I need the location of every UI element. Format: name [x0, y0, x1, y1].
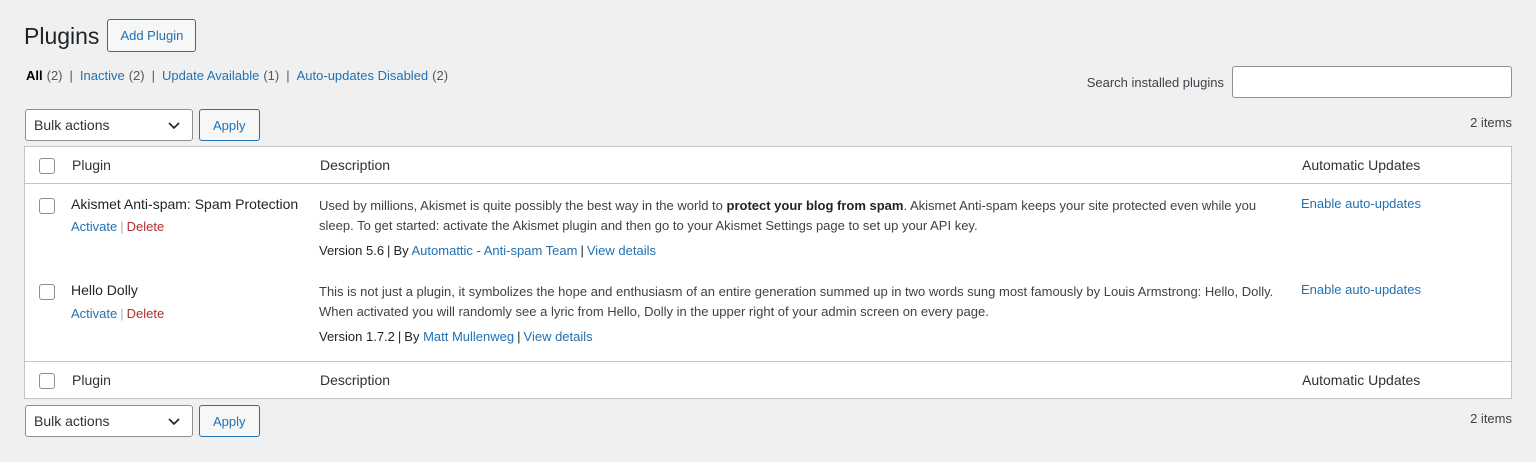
filter-auto-updates-disabled-count: (2) — [432, 68, 449, 83]
column-footer-automatic-updates: Automatic Updates — [1302, 372, 1421, 388]
filter-auto-updates-disabled[interactable]: Auto-updates Disabled — [297, 68, 429, 84]
tablenav-top: Bulk actions Apply 2 items — [25, 109, 1512, 141]
action-separator: | — [120, 306, 124, 321]
action-separator: | — [120, 219, 124, 234]
plugin-version: Version 5.6 — [319, 243, 385, 258]
plugin-name: Hello Dolly — [71, 282, 138, 298]
bulk-actions-value: Bulk actions — [34, 413, 110, 429]
search-plugins-input[interactable] — [1232, 66, 1512, 98]
add-plugin-button[interactable]: Add Plugin — [107, 19, 197, 52]
plugin-author-link[interactable]: Automattic - Anti-spam Team — [412, 243, 578, 258]
plugin-author-link[interactable]: Matt Mullenweg — [423, 329, 514, 344]
items-count: 2 items — [1470, 114, 1512, 130]
view-details-link[interactable]: View details — [524, 329, 593, 344]
column-header-description: Description — [320, 157, 391, 173]
filter-inactive[interactable]: Inactive — [80, 68, 125, 84]
row-actions: Activate | Delete — [71, 306, 164, 321]
tablenav-bottom: Bulk actions Apply 2 items — [25, 405, 1512, 437]
filter-update-available-count: (1) — [263, 68, 280, 83]
table-row: Akismet Anti-spam: Spam Protection Activ… — [25, 184, 1511, 270]
select-all-checkbox-bottom[interactable] — [39, 373, 55, 389]
meta-separator: | — [580, 243, 584, 258]
plugin-version-line: Version 1.7.2 | By Matt Mullenweg | View det… — [319, 329, 593, 344]
filter-all[interactable]: All — [26, 68, 43, 84]
search-label: Search installed plugins — [1086, 74, 1224, 90]
enable-auto-updates-link[interactable]: Enable auto-updates — [1301, 196, 1421, 211]
meta-separator: | — [397, 329, 402, 344]
delete-link[interactable]: Delete — [127, 306, 165, 321]
filter-inactive-count: (2) — [128, 68, 145, 83]
page-title: Plugins — [24, 22, 100, 49]
column-footer-plugin[interactable]: Plugin — [72, 372, 111, 388]
activate-link[interactable]: Activate — [71, 306, 117, 321]
description-bold-text: protect your blog from spam — [726, 198, 904, 213]
column-header-plugin[interactable]: Plugin — [72, 157, 111, 173]
items-count-bottom: 2 items — [1470, 410, 1512, 426]
plugin-description: This is not just a plugin, it symbolizes… — [319, 282, 1284, 321]
column-header-automatic-updates: Automatic Updates — [1302, 157, 1421, 173]
row-actions: Activate | Delete — [71, 219, 164, 234]
filter-separator: | — [286, 68, 290, 83]
search-box: Search installed plugins — [1087, 66, 1512, 98]
chevron-down-icon — [168, 418, 180, 426]
plugin-version-line: Version 5.6 | By Automattic - Anti-spam Te… — [319, 243, 656, 258]
bulk-actions-select-bottom[interactable]: Bulk actions — [25, 405, 193, 437]
select-all-checkbox[interactable] — [39, 158, 55, 174]
view-details-link[interactable]: View details — [587, 243, 656, 258]
apply-button-bottom[interactable]: Apply — [199, 405, 260, 437]
plugin-checkbox[interactable] — [39, 284, 55, 300]
plugins-table: Plugin Description Automatic Updates Aki… — [24, 146, 1512, 399]
by-label: By — [404, 329, 420, 344]
table-header: Plugin Description Automatic Updates — [25, 147, 1511, 184]
description-text: This is not just a plugin, it symbolizes… — [319, 284, 1274, 319]
bulk-actions-select[interactable]: Bulk actions — [25, 109, 193, 141]
page-header: Plugins Add Plugin — [24, 19, 197, 52]
table-footer: Plugin Description Automatic Updates — [25, 361, 1511, 398]
apply-button[interactable]: Apply — [199, 109, 260, 141]
table-row: Hello Dolly Activate | Delete This is not … — [25, 270, 1511, 362]
bulk-actions-value: Bulk actions — [34, 117, 110, 133]
filter-all-count: (2) — [46, 68, 63, 83]
column-footer-description: Description — [320, 372, 391, 388]
filter-update-available[interactable]: Update Available — [162, 68, 259, 84]
by-label: By — [393, 243, 409, 258]
description-text: Used by millions, Akismet is quite possi… — [319, 198, 727, 213]
filter-separator: | — [151, 68, 155, 83]
meta-separator: | — [387, 243, 391, 258]
chevron-down-icon — [168, 122, 180, 130]
enable-auto-updates-link[interactable]: Enable auto-updates — [1301, 282, 1421, 297]
delete-link[interactable]: Delete — [127, 219, 165, 234]
plugin-version: Version 1.7.2 — [319, 329, 395, 344]
meta-separator: | — [517, 329, 521, 344]
plugin-status-filters: All (2) | Inactive (2) | Update Availabl… — [26, 68, 448, 84]
activate-link[interactable]: Activate — [71, 219, 117, 234]
plugin-name: Akismet Anti-spam: Spam Protection — [71, 196, 299, 212]
plugin-checkbox[interactable] — [39, 198, 55, 214]
filter-separator: | — [69, 68, 73, 83]
plugin-description: Used by millions, Akismet is quite possi… — [319, 196, 1284, 235]
